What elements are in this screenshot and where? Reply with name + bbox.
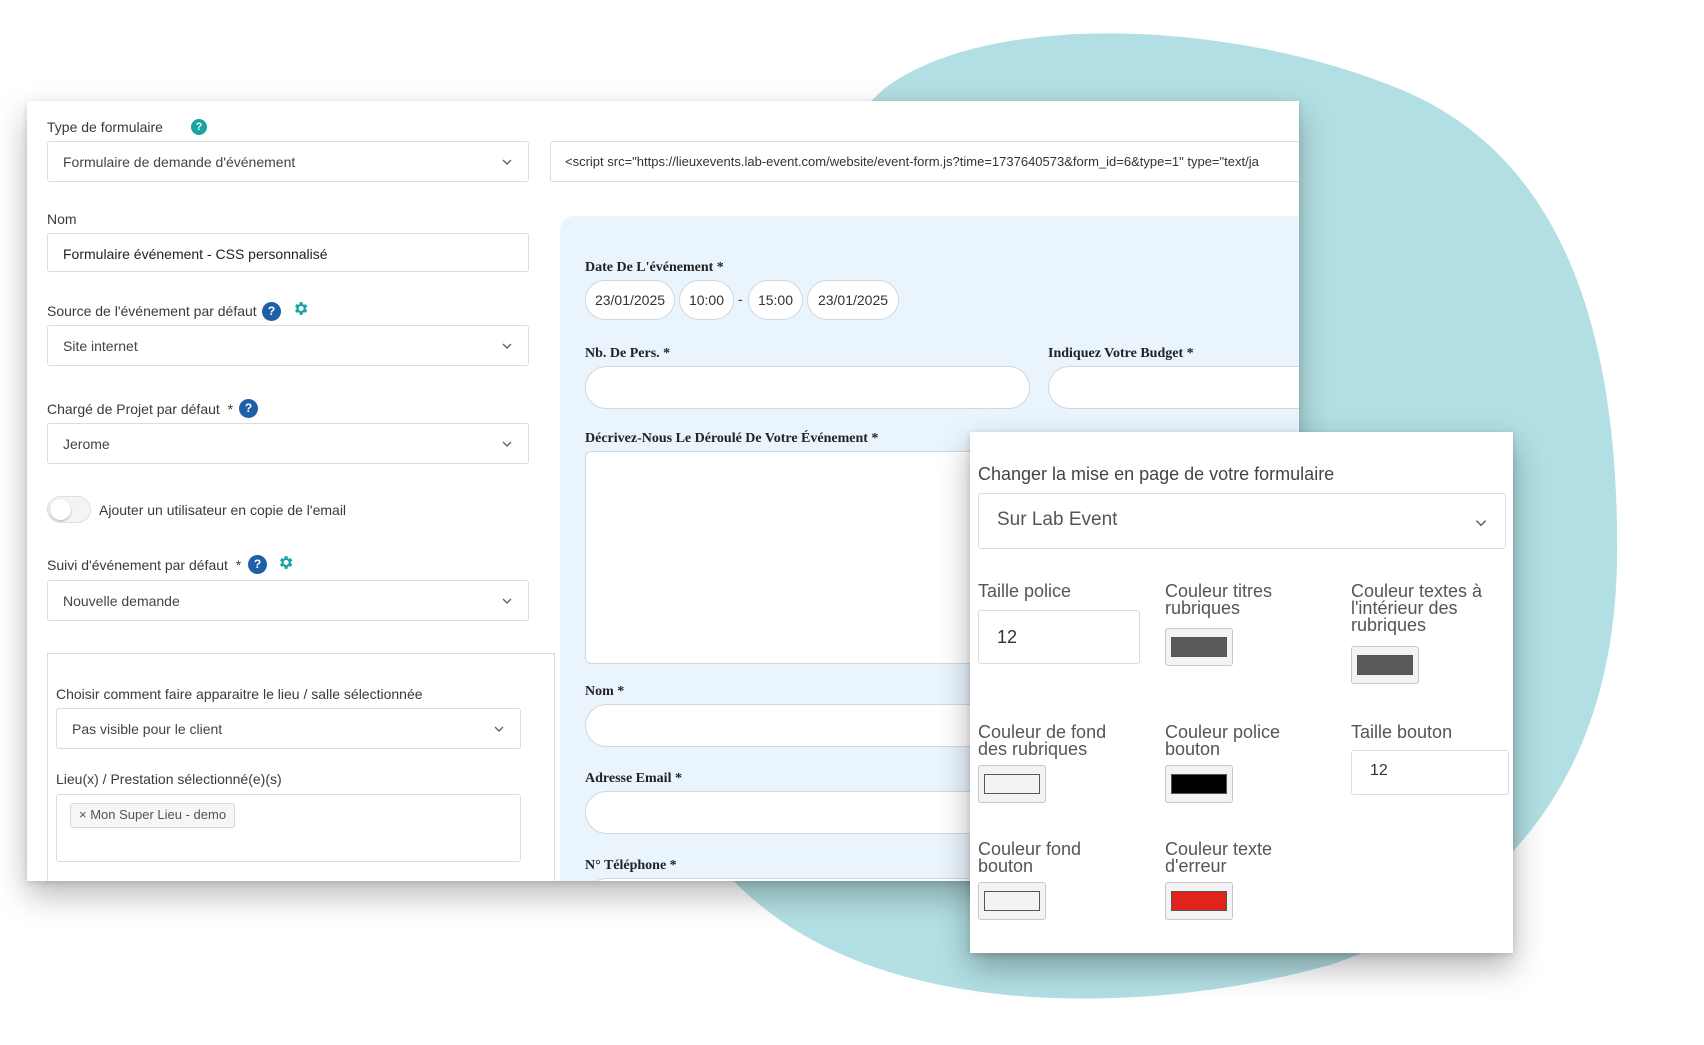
budget-input[interactable] (1048, 366, 1299, 409)
followup-label-text: Suivi d'événement par défaut (47, 557, 228, 573)
start-date-input[interactable]: 23/01/2025 (585, 280, 675, 320)
venue-tag-label: Mon Super Lieu - demo (90, 807, 227, 822)
button-bg-color-fill (984, 891, 1040, 911)
bg-color-picker[interactable] (978, 765, 1046, 803)
error-color-picker[interactable] (1165, 882, 1233, 920)
manager-value: Jerome (63, 436, 110, 452)
chevron-down-icon (502, 343, 512, 349)
tag-remove-icon[interactable]: × (79, 807, 87, 822)
button-size-label: Taille bouton (1351, 722, 1453, 742)
description-textarea[interactable] (585, 451, 1005, 664)
venue-settings-box: Choisir comment faire apparaitre le lieu… (47, 653, 555, 881)
budget-label: Indiquez Votre Budget * (1048, 346, 1194, 361)
venues-label: Lieu(x) / Prestation sélectionné(e)(s) (56, 771, 282, 787)
error-color-label: Couleur texte d'erreur (1165, 839, 1273, 876)
required-marker: * (235, 557, 242, 573)
phone-label: N° Téléphone * (585, 858, 677, 873)
venue-display-label: Choisir comment faire apparaitre le lieu… (56, 686, 423, 702)
heading-color-fill (1171, 637, 1227, 657)
end-time-input[interactable]: 15:00 (748, 280, 803, 320)
source-value: Site internet (63, 338, 138, 354)
gear-icon[interactable] (277, 554, 294, 571)
form-type-select[interactable]: Formulaire de demande d'événement (47, 141, 529, 182)
name-value: Formulaire événement - CSS personnalisé (63, 246, 328, 262)
manager-select[interactable]: Jerome (47, 423, 529, 464)
layout-select[interactable]: Sur Lab Event (978, 493, 1506, 549)
guests-input[interactable] (585, 366, 1030, 409)
name-input[interactable]: Formulaire événement - CSS personnalisé (47, 233, 529, 272)
name-label: Nom (47, 211, 77, 227)
toggle-knob (50, 499, 71, 520)
button-bg-color-picker[interactable] (978, 882, 1046, 920)
followup-value: Nouvelle demande (63, 593, 180, 609)
button-bg-color-label: Couleur fond bouton (978, 839, 1082, 876)
button-font-color-label: Couleur police bouton (1165, 722, 1281, 759)
gear-icon[interactable] (292, 300, 309, 317)
copy-user-label: Ajouter un utilisateur en copie de l'ema… (99, 502, 347, 518)
error-color-fill (1171, 891, 1227, 911)
heading-color-label: Couleur titres rubriques (1165, 581, 1273, 618)
layout-panel-title: Changer la mise en page de votre formula… (978, 464, 1335, 484)
help-icon[interactable]: ? (239, 399, 258, 418)
venue-tag: × Mon Super Lieu - demo (70, 803, 236, 828)
chevron-down-icon (494, 726, 504, 732)
chevron-down-icon (502, 441, 512, 447)
help-icon[interactable]: ? (248, 555, 267, 574)
venue-display-value: Pas visible pour le client (72, 721, 223, 737)
source-label: Source de l'événement par défaut (47, 303, 257, 319)
embed-code-field[interactable]: <script src="https://lieuxevents.lab-eve… (550, 141, 1299, 182)
chevron-down-icon (502, 159, 512, 165)
text-color-label: Couleur textes à l'intérieur des rubriqu… (1351, 581, 1483, 635)
bg-color-label: Couleur de fond des rubriques (978, 722, 1107, 759)
text-color-picker[interactable] (1351, 646, 1419, 684)
bg-color-fill (984, 774, 1040, 794)
help-icon[interactable]: ? (191, 119, 207, 135)
chevron-down-icon (502, 598, 512, 604)
help-icon[interactable]: ? (262, 302, 281, 321)
venues-multiselect[interactable]: × Mon Super Lieu - demo (56, 794, 521, 862)
button-size-value: 12 (1370, 762, 1388, 779)
embed-code-text: <script src="https://lieuxevents.lab-eve… (565, 154, 1259, 169)
required-marker: * (227, 401, 234, 417)
preview-date-label: Date De L'événement * (585, 260, 724, 275)
preview-name-input[interactable] (585, 704, 1005, 747)
venue-display-select[interactable]: Pas visible pour le client (56, 708, 521, 749)
start-time-input[interactable]: 10:00 (679, 280, 734, 320)
heading-color-picker[interactable] (1165, 628, 1233, 666)
layout-value: Sur Lab Event (997, 509, 1118, 530)
description-label: Décrivez-Nous Le Déroulé De Votre Événem… (585, 431, 879, 446)
phone-input[interactable] (585, 878, 1005, 881)
source-select[interactable]: Site internet (47, 325, 529, 366)
guests-label: Nb. De Pers. * (585, 346, 671, 361)
preview-name-label: Nom * (585, 684, 625, 699)
chevron-down-icon (1475, 520, 1487, 527)
form-type-value: Formulaire de demande d'événement (63, 154, 296, 170)
button-size-input[interactable]: 12 (1351, 750, 1509, 795)
manager-label: Chargé de Projet par défaut * (47, 401, 233, 417)
followup-select[interactable]: Nouvelle demande (47, 580, 529, 621)
font-size-label: Taille police (978, 581, 1072, 601)
copy-user-toggle[interactable] (47, 496, 91, 523)
manager-label-text: Chargé de Projet par défaut (47, 401, 220, 417)
email-input[interactable] (585, 791, 1005, 834)
layout-settings-panel: Changer la mise en page de votre formula… (970, 432, 1513, 953)
form-type-label: Type de formulaire (47, 119, 163, 135)
button-font-color-fill (1171, 774, 1227, 794)
button-font-color-picker[interactable] (1165, 765, 1233, 803)
email-label: Adresse Email * (585, 771, 682, 786)
end-date-input[interactable]: 23/01/2025 (807, 280, 899, 320)
font-size-value: 12 (997, 627, 1018, 647)
text-color-fill (1357, 655, 1413, 675)
followup-label: Suivi d'événement par défaut * (47, 557, 241, 573)
font-size-input[interactable]: 12 (978, 610, 1140, 664)
time-separator: - (738, 291, 743, 307)
